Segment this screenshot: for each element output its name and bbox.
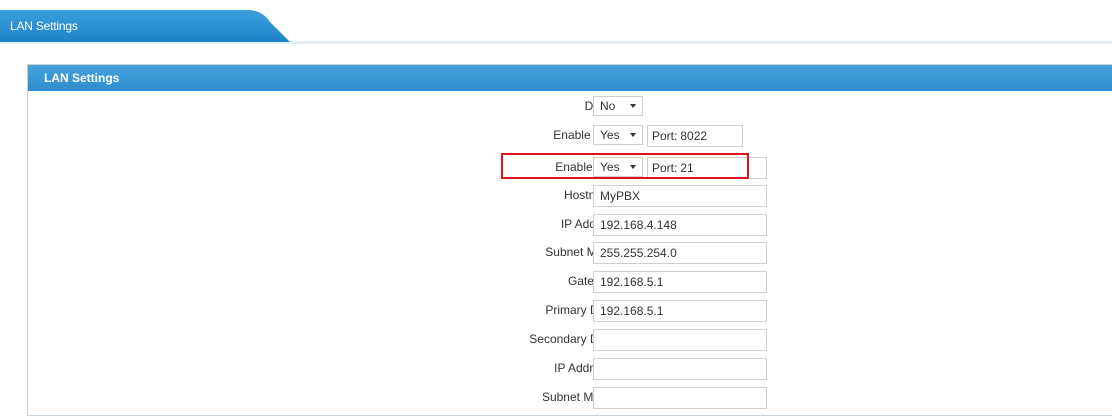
ip-address2-row: IP Address2:	[28, 358, 1112, 380]
ip-address2-input[interactable]	[593, 358, 767, 380]
dhcp-row: DHCP: No	[28, 96, 1112, 116]
subnet-mask2-input[interactable]	[593, 387, 767, 409]
subnet-mask-row: Subnet Mask : 255.255.254.0	[28, 242, 1112, 264]
ssh-select-value: Yes	[600, 128, 620, 142]
ssh-port-label: Port:	[652, 129, 678, 143]
secondary-dns-row: Secondary DNS :	[28, 329, 1112, 351]
ip-address-input[interactable]: 192.168.4.148	[593, 214, 767, 236]
primary-dns-input[interactable]: 192.168.5.1	[593, 300, 767, 322]
ssh-row: Enable SSH: Yes Port: 8022	[28, 125, 1112, 147]
hostname-row: Hostname: MyPBX	[28, 185, 1112, 207]
ftp-highlight-box	[501, 153, 749, 179]
ssh-port-field[interactable]: Port: 8022	[647, 125, 743, 147]
gateway-row: Gateway : 192.168.5.1	[28, 271, 1112, 293]
subnet-mask2-row: Subnet Mask2:	[28, 387, 1112, 409]
ssh-port-value: 8022	[680, 129, 708, 143]
panel-title: LAN Settings	[28, 65, 1112, 91]
dhcp-select[interactable]: No	[593, 96, 643, 116]
tab-strip: LAN Settings	[0, 0, 1112, 44]
ssh-select[interactable]: Yes	[593, 125, 643, 145]
secondary-dns-input[interactable]	[593, 329, 767, 351]
tab-label: LAN Settings	[10, 19, 78, 33]
dhcp-select-value: No	[600, 99, 616, 113]
primary-dns-row: Primary DNS : 192.168.5.1	[28, 300, 1112, 322]
lan-settings-panel: LAN Settings DHCP: No Enable SSH: Yes Po…	[27, 64, 1112, 416]
chevron-down-icon	[630, 104, 636, 108]
subnet-mask-input[interactable]: 255.255.254.0	[593, 242, 767, 264]
hostname-input[interactable]: MyPBX	[593, 185, 767, 207]
tab-lan-settings[interactable]: LAN Settings	[0, 10, 290, 42]
chevron-down-icon	[630, 133, 636, 137]
gateway-input[interactable]: 192.168.5.1	[593, 271, 767, 293]
ip-address-row: IP Address: 192.168.4.148	[28, 214, 1112, 236]
